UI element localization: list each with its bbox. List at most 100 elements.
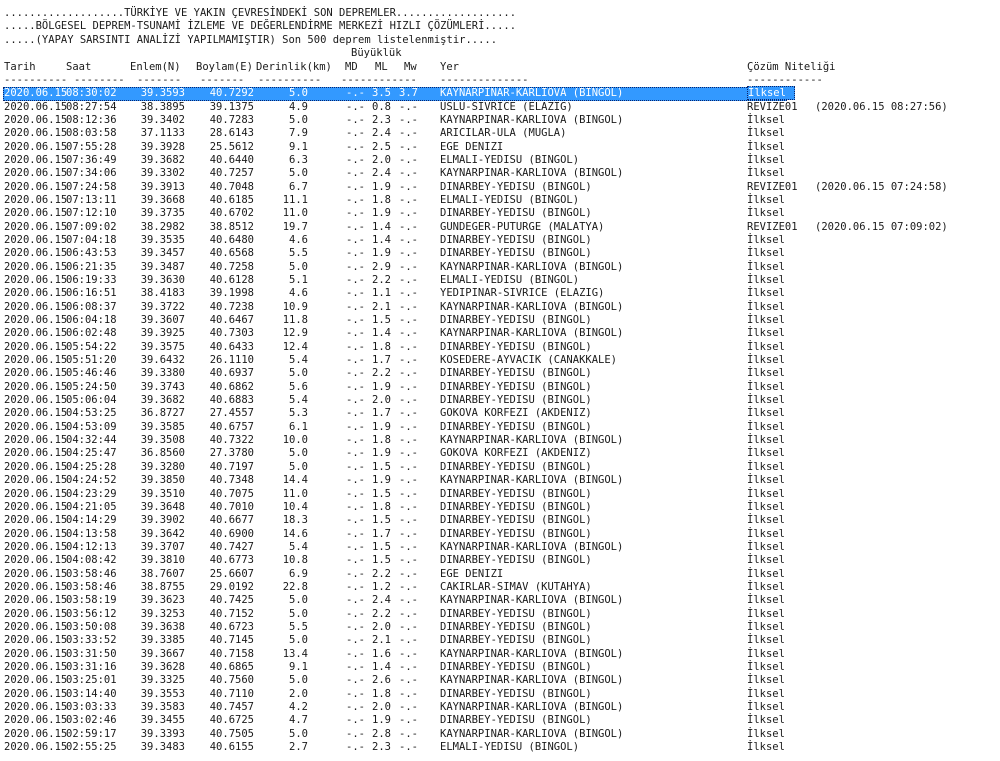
row-latitude: 39.3630 bbox=[140, 274, 185, 287]
row-time: 03:58:19 bbox=[66, 594, 117, 607]
row-mw: -.- bbox=[399, 727, 418, 740]
row-longitude: 40.7427 bbox=[209, 540, 254, 553]
table-row[interactable]: 2020.06.15 04:25:28 39.3280 40.7197 5.0 -.- 1.… bbox=[4, 461, 998, 474]
table-row[interactable]: 2020.06.15 03:50:08 39.3638 40.6723 5.5 -.- 2.… bbox=[4, 621, 998, 634]
table-row[interactable]: 2020.06.15 07:09:02 38.2982 38.8512 19.7 -.- 1… bbox=[4, 221, 998, 234]
table-row[interactable]: 2020.06.15 08:27:54 38.3895 39.1375 4.9 -.- 0.… bbox=[4, 101, 998, 114]
row-revision-time: (2020.06.15 07:24:58) bbox=[815, 180, 948, 193]
table-row[interactable]: 2020.06.15 04:53:25 36.8727 27.4557 5.3 -.- 1.… bbox=[4, 407, 998, 420]
table-row[interactable]: 2020.06.15 07:55:28 39.3928 25.5612 9.1 -.- 2.… bbox=[4, 141, 998, 154]
row-date: 2020.06.15 bbox=[4, 500, 68, 513]
row-place: DINARBEY-YEDISU (BINGOL) bbox=[440, 380, 592, 393]
row-time: 06:19:33 bbox=[66, 274, 117, 287]
table-row[interactable]: 2020.06.15 03:14:40 39.3553 40.7110 2.0 -.- 1.… bbox=[4, 688, 998, 701]
row-place: CAKIRLAR-SIMAV (KUTAHYA) bbox=[440, 580, 592, 593]
table-row[interactable]: 2020.06.15 06:04:18 39.3607 40.6467 11.8 -.- 1… bbox=[4, 314, 998, 327]
table-row-selected[interactable]: 2020.06.15 08:30:02 39.3593 40.7292 5.0 -.- 3.… bbox=[3, 86, 998, 101]
table-row[interactable]: 2020.06.15 06:08:37 39.3722 40.7238 10.9 -.- 2… bbox=[4, 301, 998, 314]
table-row[interactable]: 2020.06.15 03:58:19 39.3623 40.7425 5.0 -.- 2.… bbox=[4, 594, 998, 607]
table-row[interactable]: 2020.06.15 06:02:48 39.3925 40.7303 12.9 -.- 1… bbox=[4, 327, 998, 340]
row-time: 04:53:09 bbox=[66, 420, 117, 433]
table-row[interactable]: 2020.06.15 07:24:58 39.3913 40.7048 6.7 -.- 1.… bbox=[4, 181, 998, 194]
table-row[interactable]: 2020.06.15 05:51:20 39.6432 26.1110 5.4 -.- 1.… bbox=[4, 354, 998, 367]
table-row[interactable]: 2020.06.15 03:02:46 39.3455 40.6725 4.7 -.- 1.… bbox=[4, 714, 998, 727]
row-mw: -.- bbox=[399, 634, 418, 647]
row-place: GOKOVA KORFEZI (AKDENIZ) bbox=[440, 447, 592, 460]
row-ml: 1.1 bbox=[372, 287, 391, 300]
table-row[interactable]: 2020.06.15 04:32:44 39.3508 40.7322 10.0 -.- 1… bbox=[4, 434, 998, 447]
table-row[interactable]: 2020.06.15 07:13:11 39.3668 40.6185 11.1 -.- 1… bbox=[4, 194, 998, 207]
row-place: KAYNARPINAR-KARLIOVA (BINGOL) bbox=[440, 594, 624, 607]
row-solution-type: İlksel bbox=[747, 274, 785, 287]
row-latitude: 39.3593 bbox=[140, 87, 185, 100]
row-ml: 2.0 bbox=[372, 153, 391, 166]
table-row[interactable]: 2020.06.15 05:06:04 39.3682 40.6883 5.4 -.- 2.… bbox=[4, 394, 998, 407]
row-ml: 1.7 bbox=[372, 527, 391, 540]
row-time: 03:50:08 bbox=[66, 620, 117, 633]
table-row[interactable]: 2020.06.15 04:25:47 36.8560 27.3780 5.0 -.- 1.… bbox=[4, 447, 998, 460]
row-md: -.- bbox=[346, 380, 365, 393]
table-row[interactable]: 2020.06.15 02:59:17 39.3393 40.7505 5.0 -.- 2.… bbox=[4, 728, 998, 741]
row-depth: 12.9 bbox=[282, 327, 308, 340]
dash-solution-type: ------------ bbox=[747, 73, 823, 86]
table-row[interactable]: 2020.06.15 07:34:06 39.3302 40.7257 5.0 -.- 2.… bbox=[4, 167, 998, 180]
row-ml: 2.2 bbox=[372, 274, 391, 287]
table-row[interactable]: 2020.06.15 03:25:01 39.3325 40.7560 5.0 -.- 2.… bbox=[4, 674, 998, 687]
row-solution-type: İlksel bbox=[747, 647, 785, 660]
table-row[interactable]: 2020.06.15 03:58:46 38.7607 25.6607 6.9 -.- 2.… bbox=[4, 568, 998, 581]
header-latitude: Enlem(N) bbox=[130, 60, 181, 73]
table-row[interactable]: 2020.06.15 06:21:35 39.3487 40.7258 5.0 -.- 2.… bbox=[4, 261, 998, 274]
row-place: KAYNARPINAR-KARLIOVA (BINGOL) bbox=[440, 540, 624, 553]
table-row[interactable]: 2020.06.15 04:21:05 39.3648 40.7010 10.4 -.- 1… bbox=[4, 501, 998, 514]
row-time: 04:14:29 bbox=[66, 514, 117, 527]
table-row[interactable]: 2020.06.15 03:58:46 38.8755 29.0192 22.8 -.- 1… bbox=[4, 581, 998, 594]
table-row[interactable]: 2020.06.15 04:13:58 39.3642 40.6900 14.6 -.- 1… bbox=[4, 528, 998, 541]
table-row[interactable]: 2020.06.15 03:03:33 39.3583 40.7457 4.2 -.- 2.… bbox=[4, 701, 998, 714]
table-row[interactable]: 2020.06.15 03:56:12 39.3253 40.7152 5.0 -.- 2.… bbox=[4, 608, 998, 621]
row-mw: -.- bbox=[399, 647, 418, 660]
row-time: 08:27:54 bbox=[66, 100, 117, 113]
table-row[interactable]: 2020.06.15 07:36:49 39.3682 40.6440 6.3 -.- 2.… bbox=[4, 154, 998, 167]
table-row[interactable]: 2020.06.15 05:24:50 39.3743 40.6862 5.6 -.- 1.… bbox=[4, 381, 998, 394]
row-ml: 2.6 bbox=[372, 674, 391, 687]
table-row[interactable]: 2020.06.15 05:46:46 39.3380 40.6937 5.0 -.- 2.… bbox=[4, 367, 998, 380]
table-row[interactable]: 2020.06.15 04:14:29 39.3902 40.6677 18.3 -.- 1… bbox=[4, 514, 998, 527]
row-longitude: 38.8512 bbox=[209, 220, 254, 233]
row-time: 03:25:01 bbox=[66, 674, 117, 687]
table-row[interactable]: 2020.06.15 06:43:53 39.3457 40.6568 5.5 -.- 1.… bbox=[4, 247, 998, 260]
row-mw: -.- bbox=[399, 340, 418, 353]
row-latitude: 39.3642 bbox=[140, 527, 185, 540]
table-row[interactable]: 2020.06.15 08:03:58 37.1133 28.6143 7.9 -.- 2.… bbox=[4, 127, 998, 140]
row-time: 04:08:42 bbox=[66, 554, 117, 567]
row-mw: -.- bbox=[399, 100, 418, 113]
table-row[interactable]: 2020.06.15 04:24:52 39.3850 40.7348 14.4 -.- 1… bbox=[4, 474, 998, 487]
table-row[interactable]: 2020.06.15 06:16:51 38.4183 39.1998 4.6 -.- 1.… bbox=[4, 287, 998, 300]
row-place: KAYNARPINAR-KARLIOVA (BINGOL) bbox=[440, 300, 624, 313]
row-depth: 13.4 bbox=[282, 647, 308, 660]
table-row[interactable]: 2020.06.15 02:55:25 39.3483 40.6155 2.7 -.- 2.… bbox=[4, 741, 998, 754]
table-row[interactable]: 2020.06.15 07:12:10 39.3735 40.6702 11.0 -.- 1… bbox=[4, 207, 998, 220]
row-time: 03:31:16 bbox=[66, 660, 117, 673]
table-row[interactable]: 2020.06.15 07:04:18 39.3535 40.6480 4.6 -.- 1.… bbox=[4, 234, 998, 247]
row-date: 2020.06.15 bbox=[4, 207, 68, 220]
table-row[interactable]: 2020.06.15 04:23:29 39.3510 40.7075 11.0 -.- 1… bbox=[4, 488, 998, 501]
table-row[interactable]: 2020.06.15 03:33:52 39.3385 40.7145 5.0 -.- 2.… bbox=[4, 634, 998, 647]
table-row[interactable]: 2020.06.15 03:31:16 39.3628 40.6865 9.1 -.- 1.… bbox=[4, 661, 998, 674]
row-revision-time: (2020.06.15 08:27:56) bbox=[815, 100, 948, 113]
table-row[interactable]: 2020.06.15 03:31:50 39.3667 40.7158 13.4 -.- 1… bbox=[4, 648, 998, 661]
row-place: GOKOVA KORFEZI (AKDENIZ) bbox=[440, 407, 592, 420]
row-latitude: 39.3628 bbox=[140, 660, 185, 673]
table-row[interactable]: 2020.06.15 04:53:09 39.3585 40.6757 6.1 -.- 1.… bbox=[4, 421, 998, 434]
row-solution-type: İlksel bbox=[747, 127, 785, 140]
table-row[interactable]: 2020.06.15 05:54:22 39.3575 40.6433 12.4 -.- 1… bbox=[4, 341, 998, 354]
dash-longitude: ------- bbox=[200, 73, 245, 86]
table-row[interactable]: 2020.06.15 08:12:36 39.3402 40.7283 5.0 -.- 2.… bbox=[4, 114, 998, 127]
table-row[interactable]: 2020.06.15 06:19:33 39.3630 40.6128 5.1 -.- 2.… bbox=[4, 274, 998, 287]
table-row[interactable]: 2020.06.15 04:12:13 39.3707 40.7427 5.4 -.- 1.… bbox=[4, 541, 998, 554]
row-place: DINARBEY-YEDISU (BINGOL) bbox=[440, 460, 592, 473]
table-row[interactable]: 2020.06.15 04:08:42 39.3810 40.6773 10.8 -.- 1… bbox=[4, 554, 998, 567]
row-depth: 5.4 bbox=[289, 394, 308, 407]
row-longitude: 40.7238 bbox=[209, 300, 254, 313]
row-longitude: 40.6677 bbox=[209, 514, 254, 527]
row-place: DINARBEY-YEDISU (BINGOL) bbox=[440, 233, 592, 246]
